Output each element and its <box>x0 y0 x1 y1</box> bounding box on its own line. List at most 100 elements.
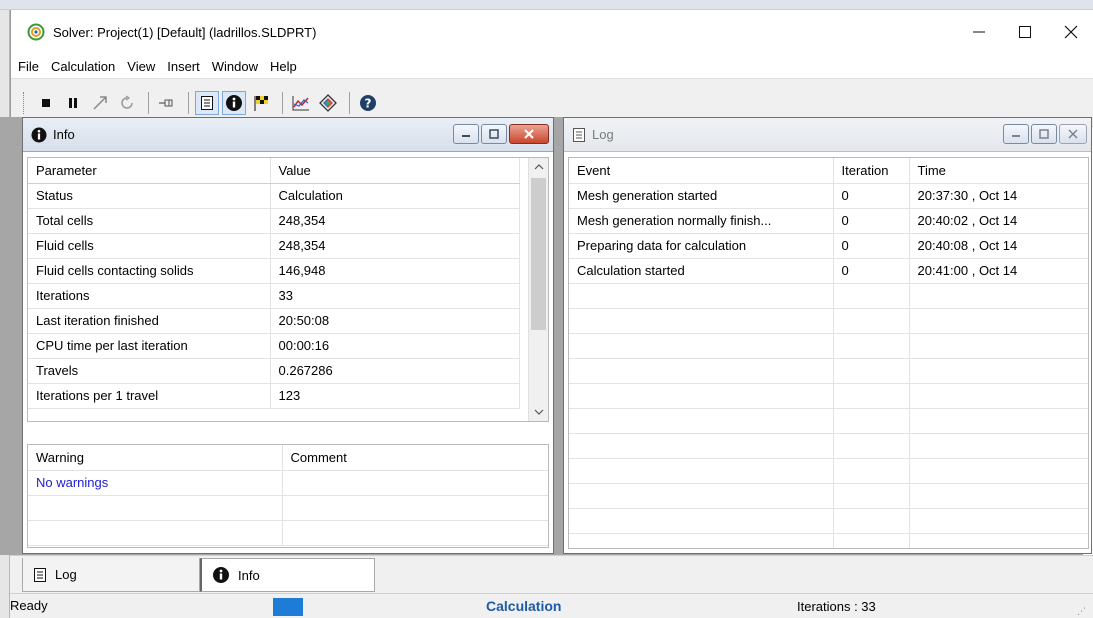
pin-button[interactable] <box>155 91 179 115</box>
background-app-strip <box>0 0 1093 10</box>
log-toggle-button[interactable] <box>195 91 219 115</box>
log-icon <box>201 96 213 110</box>
table-row[interactable]: Total cells 248,354 <box>28 208 520 234</box>
iteration-cell: 0 <box>833 258 910 284</box>
column-header-event[interactable]: Event <box>569 158 834 184</box>
goal-plot-button[interactable] <box>289 91 313 115</box>
minimize-button[interactable] <box>956 10 1002 54</box>
stop-button[interactable] <box>34 91 58 115</box>
table-row <box>569 358 1088 384</box>
finish-button[interactable] <box>249 91 273 115</box>
column-header-iteration[interactable]: Iteration <box>833 158 910 184</box>
scrollbar-thumb[interactable] <box>531 178 546 330</box>
pause-button[interactable] <box>61 91 85 115</box>
column-header-value[interactable]: Value <box>270 158 520 184</box>
table-row <box>28 495 548 521</box>
preview-icon <box>319 94 337 112</box>
table-row[interactable]: Calculation started 0 20:41:00 , Oct 14 <box>569 258 1088 284</box>
goal-plot-icon <box>292 96 309 111</box>
maximize-button[interactable] <box>1002 10 1048 54</box>
menu-calculation[interactable]: Calculation <box>45 59 121 74</box>
toolbar-grip[interactable] <box>23 92 26 114</box>
chevron-up-icon <box>534 164 544 170</box>
iteration-cell: 0 <box>833 233 910 259</box>
refresh-button[interactable] <box>115 91 139 115</box>
info-minimize-button[interactable] <box>453 124 479 144</box>
svg-text:?: ? <box>365 97 372 111</box>
checkered-flag-icon <box>254 96 268 111</box>
value-cell: 248,354 <box>270 208 520 234</box>
event-cell: Preparing data for calculation <box>569 233 834 259</box>
menu-window[interactable]: Window <box>206 59 264 74</box>
menu-bar: File Calculation View Insert Window Help <box>11 54 1093 78</box>
table-row[interactable]: Mesh generation started 0 20:37:30 , Oct 1… <box>569 183 1088 209</box>
parameter-cell: Status <box>28 183 271 209</box>
tab-info-label: Info <box>238 567 260 583</box>
table-header-row: Warning Comment <box>28 445 548 471</box>
time-cell: 20:41:00 , Oct 14 <box>909 258 1088 284</box>
menu-view[interactable]: View <box>121 59 161 74</box>
value-cell: 00:00:16 <box>270 333 520 359</box>
log-minimize-button[interactable] <box>1003 124 1029 144</box>
column-header-parameter[interactable]: Parameter <box>28 158 271 184</box>
value-cell: 33 <box>270 283 520 309</box>
table-row[interactable]: Iterations per 1 travel 123 <box>28 383 520 409</box>
help-icon: ? <box>360 95 376 111</box>
value-cell: 20:50:08 <box>270 308 520 334</box>
info-icon <box>226 95 242 111</box>
table-row[interactable]: Preparing data for calculation 0 20:40:08 … <box>569 233 1088 259</box>
table-row[interactable]: Iterations 33 <box>28 283 520 309</box>
log-close-button[interactable] <box>1059 124 1087 144</box>
close-button[interactable] <box>1048 10 1093 54</box>
info-pane-splitter[interactable] <box>27 422 549 444</box>
table-row[interactable]: CPU time per last iteration 00:00:16 <box>28 333 520 359</box>
table-row[interactable]: Status Calculation <box>28 183 520 209</box>
value-cell: Calculation <box>270 183 520 209</box>
help-button[interactable]: ? <box>356 91 380 115</box>
chevron-down-icon <box>534 409 544 415</box>
log-pane-header[interactable]: Log <box>564 118 1091 152</box>
tab-log[interactable]: Log <box>22 558 200 592</box>
table-row[interactable]: Fluid cells 248,354 <box>28 233 520 259</box>
table-row[interactable]: Fluid cells contacting solids 146,948 <box>28 258 520 284</box>
info-maximize-button[interactable] <box>481 124 507 144</box>
table-row[interactable]: No warnings <box>28 470 548 496</box>
log-pane: Log Event Iteration Time Mesh generation… <box>563 117 1092 554</box>
scroll-down-arrow[interactable] <box>529 403 548 421</box>
table-row[interactable]: Last iteration finished 20:50:08 <box>28 308 520 334</box>
info-icon <box>213 567 229 583</box>
value-cell: 123 <box>270 383 520 409</box>
log-maximize-button[interactable] <box>1031 124 1057 144</box>
column-header-time[interactable]: Time <box>909 158 1088 184</box>
info-parameters-table: Parameter Value Status Calculation Total … <box>27 157 549 422</box>
log-pane-title: Log <box>592 127 614 142</box>
event-cell: Mesh generation normally finish... <box>569 208 834 234</box>
parameter-cell: CPU time per last iteration <box>28 333 271 359</box>
menu-file[interactable]: File <box>11 59 45 74</box>
window-title: Solver: Project(1) [Default] (ladrillos.… <box>53 24 317 40</box>
table-row <box>569 408 1088 434</box>
toolbar-separator <box>188 92 189 114</box>
warning-cell: No warnings <box>28 470 283 496</box>
tab-info[interactable]: Info <box>200 558 375 592</box>
parameter-cell: Last iteration finished <box>28 308 271 334</box>
scroll-up-arrow[interactable] <box>529 158 548 176</box>
menu-help[interactable]: Help <box>264 59 303 74</box>
info-close-button[interactable] <box>509 124 549 144</box>
column-header-warning[interactable]: Warning <box>28 445 283 471</box>
info-pane-header[interactable]: Info <box>23 118 553 152</box>
table-header-row: Parameter Value <box>28 158 520 184</box>
info-pane-title: Info <box>53 127 75 142</box>
table-row[interactable]: Mesh generation normally finish... 0 20:40… <box>569 208 1088 234</box>
value-cell: 146,948 <box>270 258 520 284</box>
info-toggle-button[interactable] <box>222 91 246 115</box>
insert-goal-button[interactable] <box>88 91 112 115</box>
table-row <box>569 533 1088 548</box>
resize-grip-icon[interactable]: ⋰ <box>1077 606 1087 616</box>
table-row[interactable]: Travels 0.267286 <box>28 358 520 384</box>
preview-button[interactable] <box>316 91 340 115</box>
column-header-comment[interactable]: Comment <box>282 445 548 471</box>
iteration-cell: 0 <box>833 208 910 234</box>
info-vertical-scrollbar[interactable] <box>528 158 548 421</box>
menu-insert[interactable]: Insert <box>161 59 206 74</box>
